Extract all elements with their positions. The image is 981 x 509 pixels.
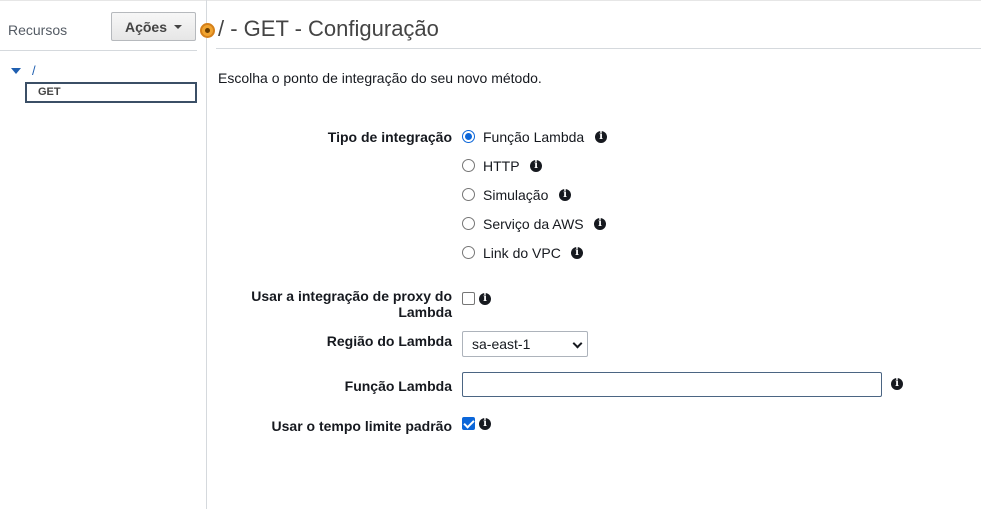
- panel-resize-handle-icon[interactable]: [200, 23, 215, 38]
- lambda-proxy-label: Usar a integração de proxy do Lambda: [251, 288, 452, 320]
- default-timeout-label: Usar o tempo limite padrão: [271, 418, 452, 434]
- lambda-region-select[interactable]: sa-east-1: [462, 331, 588, 357]
- tree-method-get[interactable]: GET: [25, 82, 197, 103]
- info-icon[interactable]: i: [891, 378, 903, 390]
- actions-button[interactable]: Ações: [111, 12, 196, 41]
- radio-http[interactable]: [462, 159, 475, 172]
- info-icon[interactable]: i: [479, 293, 491, 305]
- intro-text: Escolha o ponto de integração do seu nov…: [218, 70, 542, 86]
- integration-type-label: Tipo de integração: [327, 129, 452, 145]
- lambda-region-label: Região do Lambda: [326, 333, 452, 349]
- info-icon[interactable]: i: [559, 189, 571, 201]
- option-aws-service: Serviço da AWS: [483, 216, 584, 232]
- resources-sidebar: Recursos Ações / GET: [0, 0, 207, 509]
- option-lambda-function: Função Lambda: [483, 129, 585, 145]
- tree-root-resource[interactable]: /: [32, 63, 36, 78]
- lambda-region-value: sa-east-1: [472, 336, 531, 352]
- option-mock: Simulação: [483, 187, 549, 203]
- lambda-function-label: Função Lambda: [344, 378, 452, 394]
- triangle-down-icon[interactable]: [11, 68, 21, 74]
- info-icon[interactable]: i: [571, 247, 583, 259]
- page-title: / - GET - Configuração: [218, 16, 439, 41]
- option-vpc-link: Link do VPC: [483, 245, 561, 261]
- radio-mock[interactable]: [462, 188, 475, 201]
- info-icon[interactable]: i: [595, 131, 607, 143]
- lambda-function-input[interactable]: [462, 372, 882, 397]
- info-icon[interactable]: i: [530, 160, 542, 172]
- radio-lambda-function[interactable]: [462, 130, 475, 143]
- option-http: HTTP: [483, 158, 520, 174]
- title-divider: [216, 48, 981, 49]
- lambda-proxy-checkbox[interactable]: [462, 292, 475, 305]
- sidebar-divider: [0, 50, 197, 51]
- chevron-down-icon: [572, 338, 583, 349]
- info-icon[interactable]: i: [594, 218, 606, 230]
- sidebar-title: Recursos: [8, 22, 68, 38]
- default-timeout-checkbox[interactable]: [462, 417, 475, 430]
- radio-aws-service[interactable]: [462, 217, 475, 230]
- radio-vpc-link[interactable]: [462, 246, 475, 259]
- actions-button-label: Ações: [124, 18, 168, 35]
- info-icon[interactable]: i: [479, 418, 491, 430]
- caret-down-icon: [174, 24, 183, 29]
